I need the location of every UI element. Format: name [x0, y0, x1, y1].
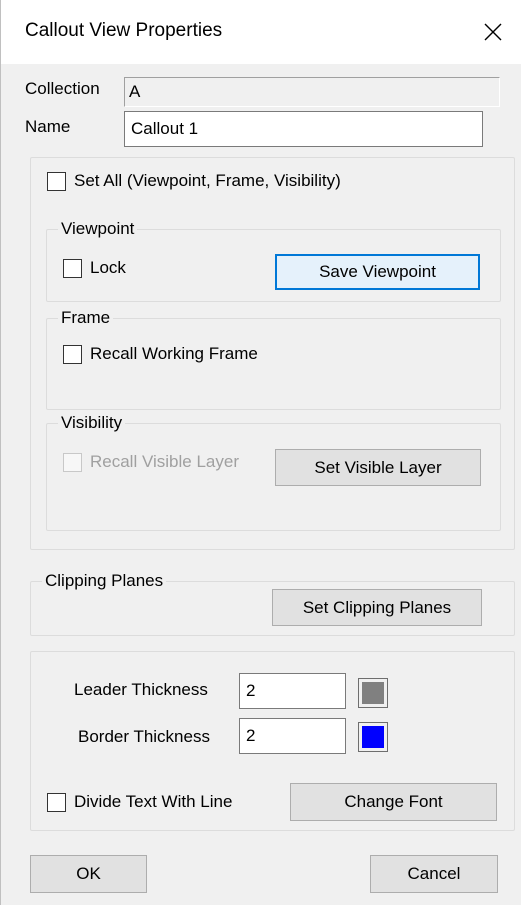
recall-visible-layer-label: Recall Visible Layer — [90, 452, 239, 471]
recall-visible-layer-checkbox-box — [63, 452, 82, 472]
border-color-fill — [362, 726, 384, 748]
border-color-swatch[interactable] — [358, 722, 388, 752]
lock-checkbox[interactable]: Lock — [63, 258, 126, 278]
recall-working-frame-checkbox[interactable]: Recall Working Frame — [63, 344, 271, 364]
lock-label: Lock — [90, 258, 126, 277]
change-font-button[interactable]: Change Font — [290, 783, 497, 821]
leader-thickness-label: Leader Thickness — [74, 680, 208, 699]
leader-color-fill — [362, 682, 384, 704]
visibility-legend: Visibility — [58, 413, 126, 433]
border-thickness-label: Border Thickness — [78, 727, 210, 746]
set-all-checkbox-box[interactable] — [47, 171, 66, 191]
leader-color-swatch[interactable] — [358, 678, 388, 708]
clipping-planes-legend: Clipping Planes — [42, 571, 167, 591]
leader-thickness-input[interactable] — [239, 673, 346, 709]
set-clipping-planes-button[interactable]: Set Clipping Planes — [272, 589, 482, 626]
recall-working-frame-label: Recall Working Frame — [90, 344, 258, 363]
divide-text-checkbox[interactable]: Divide Text With Line — [47, 792, 232, 812]
border-thickness-input[interactable] — [239, 718, 346, 754]
frame-group — [46, 318, 501, 410]
set-visible-layer-button[interactable]: Set Visible Layer — [275, 449, 481, 486]
frame-legend: Frame — [58, 308, 114, 328]
callout-view-properties-dialog: Callout View Properties Collection A Nam… — [0, 0, 521, 905]
window-title: Callout View Properties — [25, 20, 223, 41]
close-icon — [484, 23, 502, 41]
set-all-label: Set All (Viewpoint, Frame, Visibility) — [74, 171, 341, 190]
close-button[interactable] — [475, 14, 511, 50]
name-input[interactable] — [124, 111, 483, 147]
save-viewpoint-button[interactable]: Save Viewpoint — [275, 254, 480, 290]
set-all-checkbox[interactable]: Set All (Viewpoint, Frame, Visibility) — [47, 171, 341, 191]
collection-label: Collection — [25, 79, 100, 98]
divide-text-checkbox-box[interactable] — [47, 792, 66, 812]
title-bar: Callout View Properties — [1, 0, 521, 64]
ok-button[interactable]: OK — [30, 855, 147, 893]
collection-value: A — [129, 82, 141, 101]
name-label: Name — [25, 117, 71, 136]
viewpoint-legend: Viewpoint — [58, 219, 138, 239]
lock-checkbox-box[interactable] — [63, 258, 82, 278]
recall-working-frame-checkbox-box[interactable] — [63, 344, 82, 364]
divide-text-label: Divide Text With Line — [74, 792, 233, 811]
collection-field: A — [124, 77, 500, 107]
cancel-button[interactable]: Cancel — [370, 855, 498, 893]
recall-visible-layer-checkbox: Recall Visible Layer — [63, 452, 239, 472]
